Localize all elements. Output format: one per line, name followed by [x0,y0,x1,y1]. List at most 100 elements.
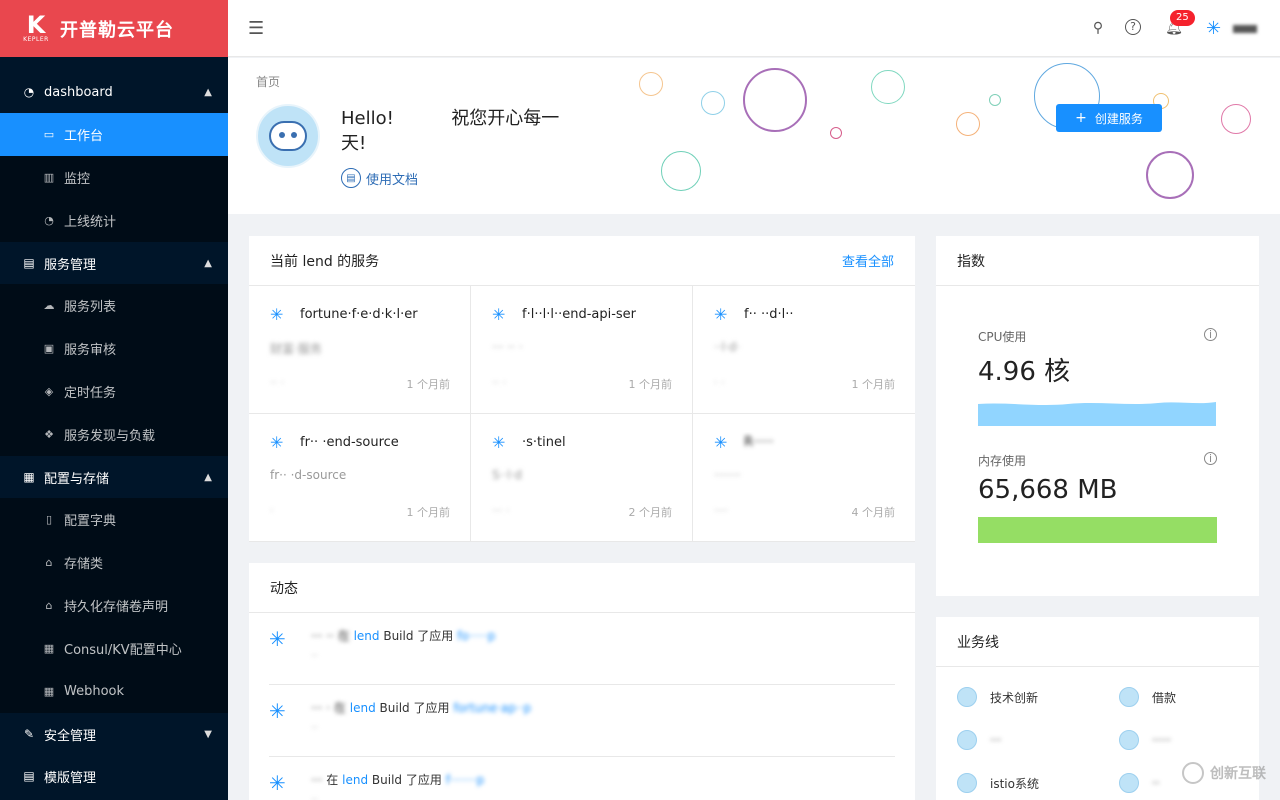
kepler-logo-icon: ✳ [714,432,728,452]
robot-avatar-icon [1119,773,1139,793]
sidebar-item-service-list[interactable]: ☁ 服务列表 [0,284,228,327]
business-item[interactable]: 技术创新 [957,687,1119,707]
kepler-logo-icon: ✳ [270,304,284,324]
decor-circle [1221,104,1251,134]
sidebar-item-workbench[interactable]: ▭ 工作台 [0,113,228,156]
decor-circle [639,72,663,96]
sidebar-menu: ◔ dashboard ▲ ▭ 工作台 ▥ 监控 ◔ 上线统计 ▤ 服务管理 ▲… [0,57,228,797]
info-icon[interactable]: i [1204,328,1217,341]
kepler-logo-icon: ✳ [492,304,506,324]
sidebar-item-storage-class[interactable]: ⌂ 存储类 [0,541,228,584]
robot-avatar-icon [256,104,320,168]
user-name[interactable] [1233,25,1257,33]
plus-icon: + [1075,110,1087,126]
disk-icon: ⌂ [45,599,53,612]
decor-circle [661,151,701,191]
memory-value: 65,668 MB [978,475,1118,505]
greeting-text: Hello! 祝您开心每一天! [341,108,560,154]
metrics-card: 指数 CPU使用 i 4.96 核 内存使用 i 65,668 MB [936,236,1259,596]
kepler-logo-icon: ✳ [492,432,506,452]
decor-circle [989,94,1001,106]
sidebar-item-cron-jobs[interactable]: ◈ 定时任务 [0,370,228,413]
project-link[interactable]: lend [354,629,380,643]
service-card[interactable]: ✳ fr·· ·end-source fr·· ·d-source · 1 个月前 [249,414,471,542]
service-card[interactable]: ✳ f·· ··d·l·· ··l·d· · · 1 个月前 [693,286,915,414]
table-icon: ▦ [23,470,35,484]
business-item[interactable]: ····· [1119,730,1239,750]
business-item[interactable]: istio系统 [957,773,1119,793]
sidebar-item-config-dict[interactable]: ▯ 配置字典 [0,498,228,541]
sidebar-item-monitor[interactable]: ▥ 监控 [0,156,228,199]
user-avatar[interactable]: ✳ [1206,18,1221,39]
service-card[interactable]: ✳ R····· ······· ···· 4 个月前 [693,414,915,542]
kepler-logo-icon: ✳ [269,699,286,723]
memory-usage-bar [978,517,1217,543]
menu-fold-icon[interactable]: ☰ [248,18,264,39]
sidebar-item-service-discovery[interactable]: ❖ 服务发现与负载 [0,413,228,456]
create-service-button[interactable]: + 创建服务 [1056,104,1162,132]
sidebar: K KEPLER 开普勒云平台 ◔ dashboard ▲ ▭ 工作台 ▥ 监控… [0,0,228,800]
chevron-up-icon: ▲ [204,471,212,483]
robot-avatar-icon [1119,730,1139,750]
notification-badge: 25 [1170,10,1195,26]
sidebar-item-release-stats[interactable]: ◔ 上线统计 [0,199,228,242]
network-icon: ❖ [44,428,54,441]
menu-group-service-management[interactable]: ▤ 服务管理 ▲ [0,242,228,284]
breadcrumb[interactable]: 首页 [256,73,280,90]
gauge-icon: ◔ [23,85,35,99]
services-card-title: 当前 lend 的服务 [270,253,380,270]
kepler-logo-icon: ✳ [714,304,728,324]
memory-metric: 内存使用 i 65,668 MB [936,452,1259,543]
robot-avatar-icon [957,773,977,793]
edit-icon: ✎ [23,727,35,741]
project-link[interactable]: lend [350,701,376,715]
view-all-link[interactable]: 查看全部 [842,251,894,270]
logo-bar[interactable]: K KEPLER 开普勒云平台 [0,0,228,57]
menu-group-config-storage[interactable]: ▦ 配置与存储 ▲ [0,456,228,498]
file-icon: ▯ [45,513,53,526]
document-icon: ▤ [341,168,361,188]
disk-icon: ⌂ [45,556,53,569]
business-item[interactable]: ··· [957,730,1119,750]
template-icon: ▤ [23,769,35,783]
menu-group-dashboard[interactable]: ◔ dashboard ▲ [0,71,228,113]
activity-card: 动态 ✳ ··· ·· 在 lend Build 了应用 fo·····p ··… [249,563,915,800]
welcome-banner: 首页 Hello! 祝您开心每一天! ▤ 使用文档 + 创建服务 [228,58,1280,214]
sidebar-item-service-audit[interactable]: ▣ 服务审核 [0,327,228,370]
business-item[interactable]: 借款 [1119,687,1239,707]
services-card: 当前 lend 的服务 查看全部 ✳ fortune·f·e·d·k·l·er 财… [249,236,915,542]
menu-group-security[interactable]: ✎ 安全管理 ▼ [0,713,228,755]
activity-item: ✳ ··· 在 lend Build 了应用 f·······p ·· [269,757,895,800]
service-card[interactable]: ✳ ·s·tinel S··l·d ··· · 2 个月前 [471,414,693,542]
decor-circle [956,112,980,136]
chevron-down-icon: ▼ [204,728,212,740]
service-card[interactable]: ✳ fortune·f·e·d·k·l·er 财富·服务 ·· · 1 个月前 [249,286,471,414]
activity-card-title: 动态 [270,580,298,597]
chevron-up-icon: ▲ [204,257,212,269]
decor-circle [1146,151,1194,199]
watermark: 创新互联 [1182,762,1266,784]
app-link[interactable]: fortune·ap··p [453,701,531,715]
project-link[interactable]: lend [342,773,368,787]
sidebar-item-consul-kv[interactable]: ▦ Consul/KV配置中心 [0,627,228,670]
decor-circle [701,91,725,115]
cpu-value: 4.96 核 [978,357,1071,387]
app-link[interactable]: f·······p [446,773,485,787]
info-icon[interactable]: i [1204,452,1217,465]
service-card[interactable]: ✳ f·l··l·l··end-api-ser ··· ·· · ·· · 1 个月… [471,286,693,414]
robot-avatar-icon [957,730,977,750]
metrics-card-title: 指数 [957,253,985,270]
sidebar-item-webhook[interactable]: ▦ Webhook [0,670,228,713]
cpu-usage-sparkline [978,402,1216,426]
robot-avatar-icon [957,687,977,707]
app-link[interactable]: fo·····p [457,629,495,643]
help-icon[interactable]: ? [1125,19,1141,35]
kepler-logo-icon: ✳ [270,432,284,452]
cloud-icon: ☁ [43,299,55,312]
menu-group-templates[interactable]: ▤ 模版管理 [0,755,228,797]
sidebar-item-pvc[interactable]: ⌂ 持久化存储卷声明 [0,584,228,627]
search-icon[interactable]: ⚲ [1089,19,1107,37]
activity-item: ✳ ··· ·· 在 lend Build 了应用 fo·····p ·· [269,613,895,685]
table-icon: ▦ [43,642,55,655]
docs-link[interactable]: ▤ 使用文档 [341,168,418,188]
